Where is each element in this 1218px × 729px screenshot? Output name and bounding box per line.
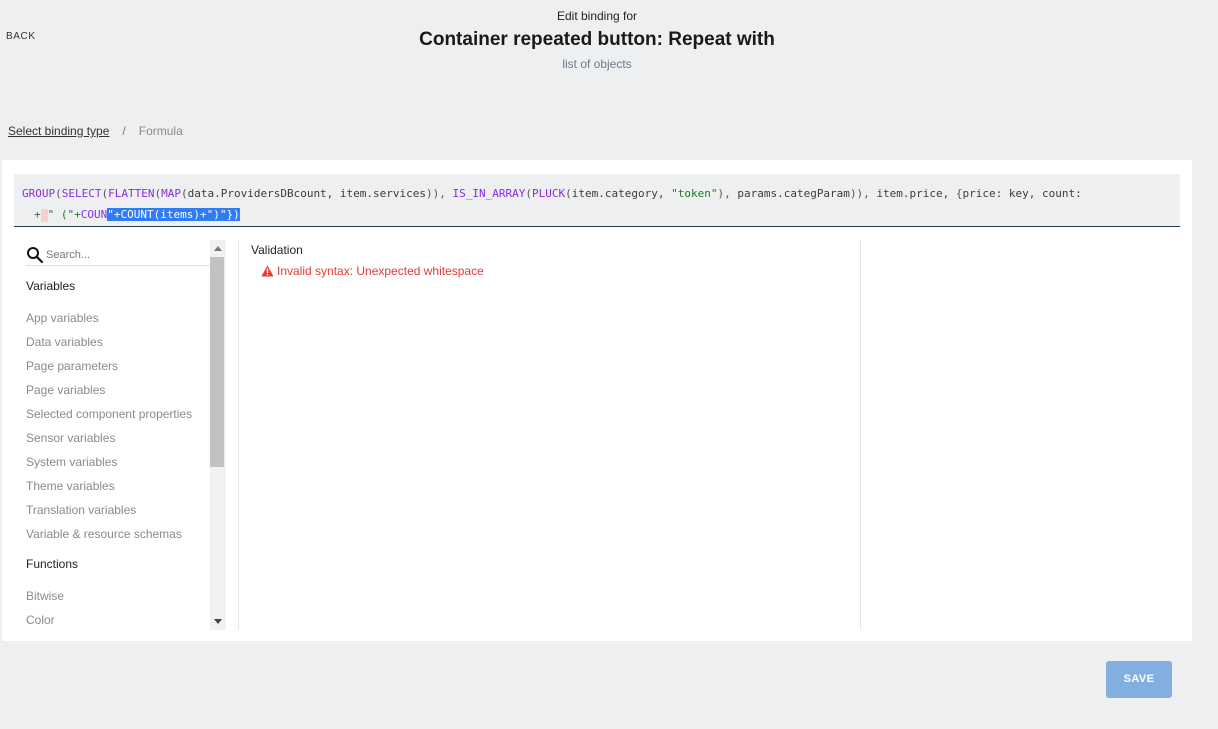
- formula-token: )),: [426, 187, 453, 200]
- page-title: Container repeated button: Repeat with: [419, 29, 775, 50]
- scroll-up-arrow-icon[interactable]: [214, 246, 222, 251]
- binding-panel: GROUP(SELECT(FLATTEN(MAP(data.ProvidersD…: [2, 160, 1192, 641]
- formula-token: MAP: [161, 187, 181, 200]
- formula-token: IS_IN_ARRAY: [452, 187, 526, 200]
- formula-token: item.price,: [876, 187, 956, 200]
- sidebar-item-page-parameters[interactable]: Page parameters: [26, 359, 118, 373]
- formula-token: SELECT: [61, 187, 102, 200]
- formula-token: " ("+: [47, 208, 81, 221]
- formula-token: (: [565, 187, 572, 200]
- divider: [860, 240, 861, 630]
- formula-token: price: key, count:: [962, 187, 1082, 200]
- search-box: [26, 244, 210, 266]
- sidebar-item-selected-component-properties[interactable]: Selected component properties: [26, 407, 192, 421]
- sidebar-item-translation-variables[interactable]: Translation variables: [26, 503, 136, 517]
- formula-token: +: [34, 208, 41, 221]
- formula-line-1: GROUP(SELECT(FLATTEN(MAP(data.ProvidersD…: [22, 183, 1172, 204]
- formula-token: {: [955, 187, 963, 200]
- warning-icon: [261, 265, 274, 277]
- page-subtitle-secondary: list of objects: [562, 57, 632, 71]
- search-icon: [27, 246, 44, 263]
- sidebar-scrollbar[interactable]: [210, 240, 226, 630]
- sidebar-item-app-variables[interactable]: App variables: [26, 311, 99, 325]
- formula-token: item.category,: [571, 187, 672, 200]
- formula-token: (: [55, 187, 62, 200]
- page-header: Edit binding for Container repeated butt…: [0, 9, 1194, 71]
- sidebar-item-sensor-variables[interactable]: Sensor variables: [26, 431, 115, 445]
- save-button[interactable]: SAVE: [1106, 661, 1172, 698]
- breadcrumb-current: Formula: [138, 124, 183, 138]
- sidebar-item-theme-variables[interactable]: Theme variables: [26, 479, 115, 493]
- functions-heading: Functions: [26, 557, 79, 571]
- variables-heading: Variables: [26, 279, 76, 293]
- sidebar-item-color[interactable]: Color: [26, 613, 55, 627]
- validation-error-text: Invalid syntax: Unexpected whitespace: [277, 264, 484, 278]
- formula-token: params.categParam: [737, 187, 850, 200]
- sidebar-item-variable-resource-schemas[interactable]: Variable & resource schemas: [26, 527, 182, 541]
- formula-token: )),: [849, 187, 877, 200]
- formula-error-marker: [40, 208, 48, 222]
- search-input[interactable]: [46, 248, 206, 261]
- scroll-down-arrow-icon[interactable]: [214, 619, 222, 624]
- breadcrumb-separator: /: [122, 124, 126, 138]
- sidebar-item-bitwise[interactable]: Bitwise: [26, 589, 64, 603]
- sidebar-item-data-variables[interactable]: Data variables: [26, 335, 103, 349]
- divider: [238, 240, 239, 630]
- formula-line-2: + " ("+COUN"+COUNT(items)+")"}): [22, 204, 1172, 225]
- scrollbar-thumb[interactable]: [210, 257, 224, 467]
- sidebar-item-page-variables[interactable]: Page variables: [26, 383, 105, 397]
- breadcrumb: Select binding type / Formula: [8, 124, 183, 138]
- formula-editor[interactable]: GROUP(SELECT(FLATTEN(MAP(data.ProvidersD…: [14, 174, 1180, 227]
- formula-token: "token": [671, 187, 718, 200]
- formula-token: data.ProvidersDBcount, item.services: [187, 187, 427, 200]
- breadcrumb-link-select-binding-type[interactable]: Select binding type: [8, 124, 109, 138]
- formula-token: COUN: [80, 208, 108, 221]
- sidebar: Variables App variables Data variables Pag…: [14, 240, 226, 630]
- sidebar-item-system-variables[interactable]: System variables: [26, 455, 117, 469]
- validation-label: Validation: [251, 243, 303, 257]
- formula-token: (: [180, 187, 188, 200]
- formula-token: GROUP: [22, 187, 56, 200]
- formula-token: PLUCK: [532, 187, 566, 200]
- formula-token: FLATTEN: [108, 187, 155, 200]
- validation-error: Invalid syntax: Unexpected whitespace: [261, 264, 484, 278]
- formula-token: ),: [717, 187, 738, 200]
- page-subtitle: Edit binding for: [556, 9, 638, 23]
- formula-token: "+COUNT(items)+")"}): [107, 208, 240, 221]
